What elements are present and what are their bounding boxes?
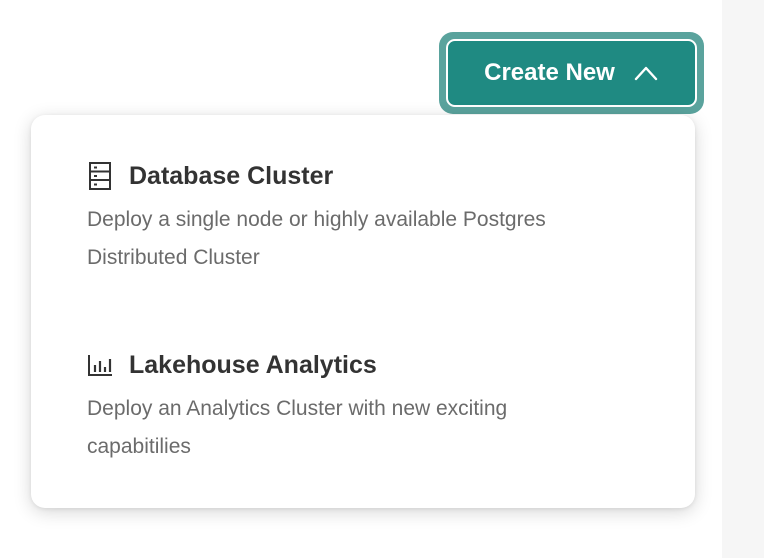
menu-item-title: Lakehouse Analytics: [129, 350, 377, 379]
create-new-dropdown-menu: Database Cluster Deploy a single node or…: [31, 115, 695, 508]
server-icon: [87, 161, 113, 191]
chevron-up-icon: [633, 60, 659, 86]
create-new-label: Create New: [484, 59, 615, 86]
bar-chart-icon: [87, 350, 113, 380]
menu-item-description: Deploy an Analytics Cluster with new exc…: [87, 397, 508, 458]
menu-item-description: Deploy a single node or highly available…: [87, 208, 546, 269]
background-panel: [722, 0, 764, 558]
menu-item-lakehouse-analytics[interactable]: Lakehouse Analytics Deploy an Analytics …: [87, 350, 647, 466]
menu-item-title: Database Cluster: [129, 161, 334, 190]
create-new-button[interactable]: Create New: [446, 39, 697, 107]
create-new-button-focus-ring: Create New: [439, 32, 704, 114]
menu-item-database-cluster[interactable]: Database Cluster Deploy a single node or…: [87, 161, 647, 277]
